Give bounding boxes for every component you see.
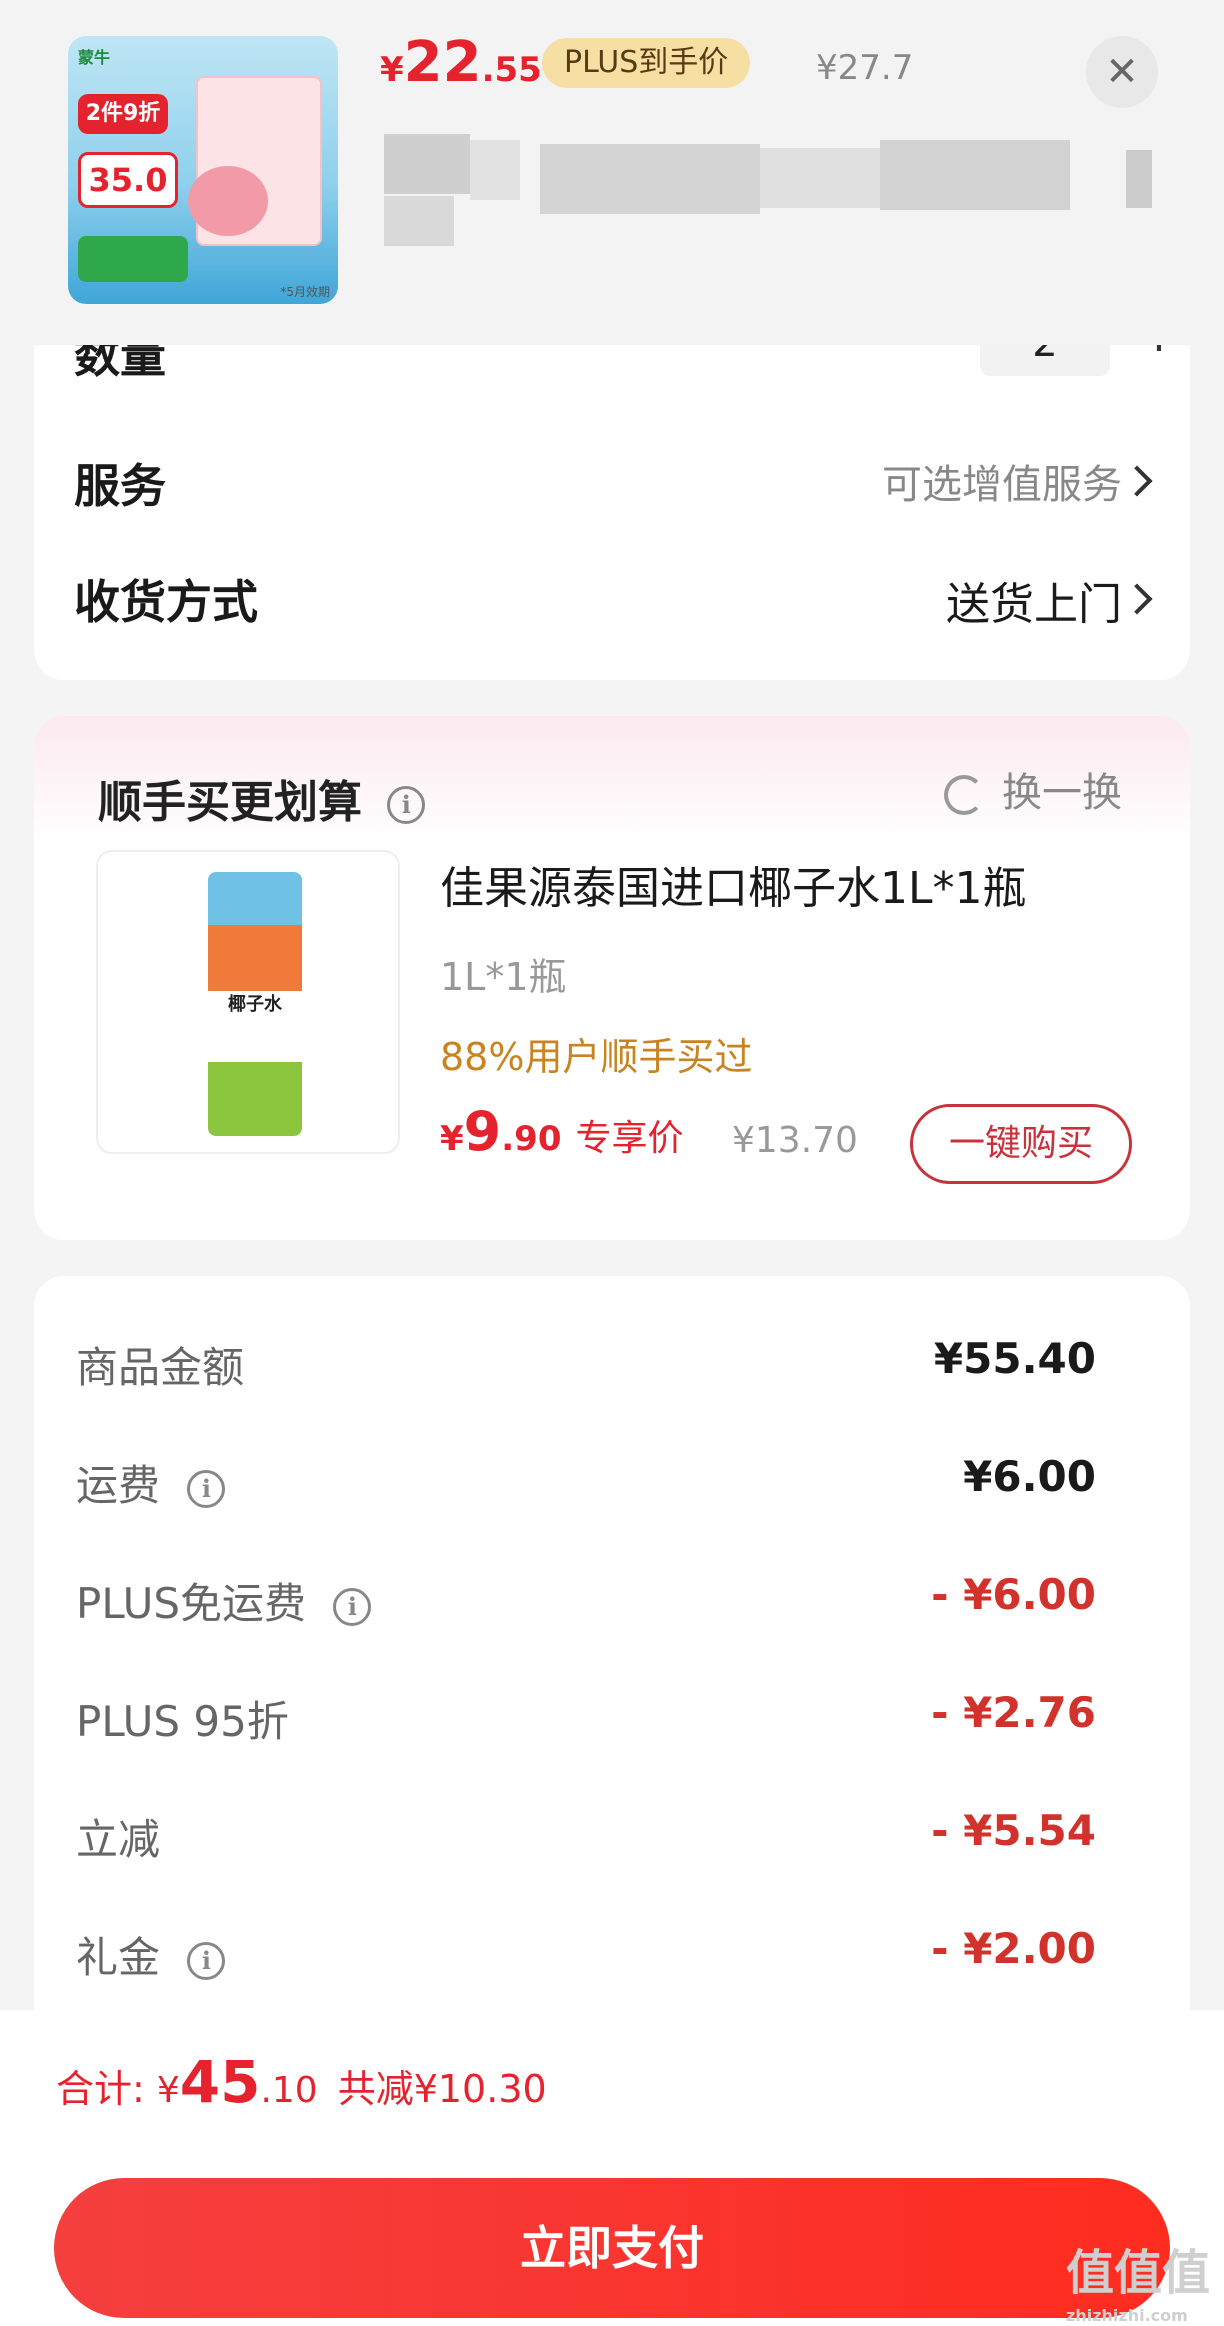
addon-product-spec: 1L*1瓶 — [440, 955, 567, 999]
addon-product-name[interactable]: 佳果源泰国进口椰子水1L*1瓶 — [440, 852, 1027, 916]
price-summary-card: 商品金额 ¥55.40 运费 i ¥6.00 PLUS免运费 i - ¥6.00… — [34, 1276, 1190, 2036]
plus-price: ¥22.55 — [380, 30, 542, 95]
addon-card: 顺手买更划算 i 换一换 椰子水 佳果源泰国进口椰子水1L*1瓶 1L*1瓶 8… — [34, 716, 1190, 1240]
product-header: 蒙牛 2件9折 35.0 *5月效期 ¥22.55 PLUS到手价 ¥27.7 … — [0, 0, 1224, 345]
info-icon[interactable]: i — [387, 786, 426, 824]
info-icon[interactable]: i — [187, 1941, 226, 1980]
coconut-water-carton: 椰子水 — [208, 872, 302, 1136]
refresh-label: 换一换 — [1002, 770, 1122, 816]
addon-price-tag: 专享价 — [575, 1118, 684, 1159]
summary-label: PLUS免运费 i — [76, 1570, 372, 1631]
addon-social-proof: 88%用户顺手买过 — [440, 1035, 753, 1079]
summary-value: - ¥5.54 — [931, 1806, 1096, 1855]
info-icon[interactable]: i — [187, 1469, 226, 1508]
carton-label: 椰子水 — [228, 994, 282, 1015]
thumb-discount-badge: 2件9折 — [78, 94, 168, 134]
price-integer: 22 — [403, 30, 482, 95]
total-integer: 45 — [179, 2048, 261, 2116]
addon-price-integer: 9 — [463, 1100, 502, 1163]
summary-value: - ¥2.00 — [931, 1924, 1096, 1973]
refresh-icon — [944, 775, 984, 815]
total-label: 合计: — [56, 2067, 145, 2111]
close-icon: ✕ — [1105, 49, 1139, 95]
checkout-bar: 合计: ¥45.10 共减¥10.30 立即支付 值值值 zhizhizhi.com — [0, 2010, 1224, 2326]
summary-label: 商品金额 — [76, 1343, 245, 1392]
watermark-url: zhizhizhi.com — [1066, 2306, 1188, 2325]
delivery-label: 收货方式 — [74, 575, 258, 629]
addon-price-symbol: ¥ — [440, 1119, 464, 1159]
watermark: 值值值 zhizhizhi.com — [1066, 2248, 1210, 2326]
summary-label: 立减 — [76, 1815, 161, 1864]
thumb-brand: 蒙牛 — [78, 48, 111, 67]
addon-original-price: ¥13.70 — [732, 1120, 858, 1161]
addon-title: 顺手买更划算 i — [98, 766, 426, 830]
peach-image — [188, 166, 268, 236]
order-total: 合计: ¥45.10 共减¥10.30 — [56, 2048, 547, 2116]
chevron-right-icon — [1121, 583, 1153, 615]
addon-price: ¥9.90 专享价 — [440, 1100, 684, 1163]
summary-value: - ¥2.76 — [931, 1688, 1096, 1737]
thumb-footnote: *5月效期 — [280, 285, 330, 299]
watermark-logo: 值值值 — [1066, 2245, 1211, 2301]
summary-label: 礼金 i — [76, 1924, 226, 1985]
info-icon[interactable]: i — [333, 1587, 372, 1626]
thumb-price-badge: 35.0 — [78, 152, 178, 208]
summary-label: PLUS 95折 — [76, 1697, 289, 1746]
service-value: 可选增值服务 — [882, 462, 1122, 508]
summary-label-text: PLUS免运费 — [76, 1579, 307, 1628]
refresh-button[interactable]: 换一换 — [944, 760, 1122, 818]
close-button[interactable]: ✕ — [1086, 36, 1158, 108]
total-symbol: ¥ — [156, 2070, 180, 2111]
thumb-promo-badge — [78, 236, 188, 282]
chevron-right-icon — [1121, 465, 1153, 497]
addon-price-decimal: .90 — [501, 1119, 562, 1159]
service-row[interactable]: 可选增值服务 — [814, 450, 1174, 510]
summary-label: 运费 i — [76, 1452, 226, 1513]
total-savings: 共减¥10.30 — [337, 2067, 547, 2111]
addon-title-text: 顺手买更划算 — [98, 777, 362, 828]
price-symbol: ¥ — [380, 50, 404, 90]
plus-price-tag: PLUS到手价 — [542, 38, 751, 88]
one-click-buy-button[interactable]: 一键购买 — [910, 1104, 1132, 1184]
summary-label-text: 运费 — [76, 1461, 161, 1510]
product-thumbnail[interactable]: 蒙牛 2件9折 35.0 *5月效期 — [68, 36, 338, 304]
total-decimal: .10 — [260, 2070, 318, 2111]
price-decimal: .55 — [481, 50, 542, 90]
addon-product-image[interactable]: 椰子水 — [96, 850, 400, 1154]
service-label: 服务 — [74, 459, 166, 513]
delivery-row[interactable]: 送货上门 — [814, 566, 1174, 630]
summary-value: ¥6.00 — [963, 1452, 1096, 1501]
summary-label-text: 礼金 — [76, 1933, 161, 1982]
delivery-value: 送货上门 — [946, 579, 1122, 630]
original-price: ¥27.7 — [816, 48, 914, 88]
summary-value: - ¥6.00 — [931, 1570, 1096, 1619]
summary-value: ¥55.40 — [933, 1334, 1096, 1383]
pay-now-button[interactable]: 立即支付 — [54, 2178, 1170, 2318]
